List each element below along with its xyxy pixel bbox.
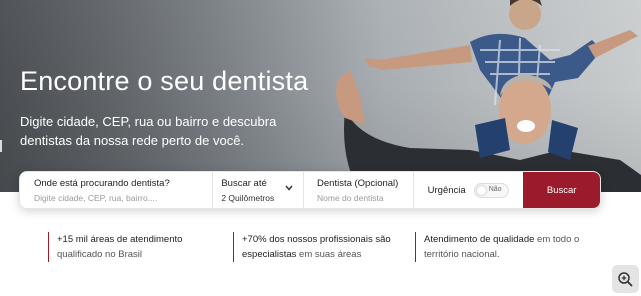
hero-photo-father-and-child <box>336 0 641 192</box>
dentist-name-input[interactable]: Nome do dentista <box>317 193 413 203</box>
location-input[interactable]: Digite cidade, CEP, rua, bairro.... <box>34 193 212 203</box>
page-title: Encontre o seu dentista <box>20 66 309 96</box>
feature-quality: Atendimento de qualidade em todo o terri… <box>415 232 595 262</box>
zoom-in-icon <box>618 271 633 287</box>
urgency-toggle[interactable]: Não <box>473 182 509 198</box>
feature-quality-strong: Atendimento de qualidade <box>424 234 535 245</box>
feature-coverage-rest: qualificado no Brasil <box>57 249 143 260</box>
distance-select[interactable]: Buscar até 2 Quilômetros <box>213 172 305 208</box>
hero-banner: Encontre o seu dentista Digite cidade, C… <box>0 0 641 192</box>
location-label: Onde está procurando dentista? <box>34 178 170 189</box>
location-field[interactable]: Onde está procurando dentista? Digite ci… <box>20 172 214 208</box>
feature-specialists: +70% dos nossos profissionais são especi… <box>233 232 413 262</box>
feature-coverage-strong: +15 mil áreas de atendimento <box>57 234 183 245</box>
feature-specialists-rest: em suas áreas <box>296 249 362 260</box>
urgency-toggle-text: Não <box>488 185 502 193</box>
toggle-knob <box>476 185 486 195</box>
urgency-control: Urgência Não <box>414 172 524 208</box>
search-button[interactable]: Buscar <box>523 172 600 208</box>
dentist-name-label: Dentista (Opcional) <box>317 178 399 189</box>
dentist-name-field[interactable]: Dentista (Opcional) Nome do dentista <box>304 172 414 208</box>
urgency-label: Urgência <box>427 184 466 196</box>
chevron-down-icon <box>285 185 293 191</box>
dentist-search-bar: Onde está procurando dentista? Digite ci… <box>19 171 601 209</box>
distance-value: 2 Quilômetros <box>221 193 275 203</box>
feature-coverage: +15 mil áreas de atendimento qualificado… <box>48 232 218 262</box>
zoom-button[interactable] <box>612 265 639 293</box>
edge-marker <box>0 140 2 152</box>
hero-subtitle: Digite cidade, CEP, rua ou bairro e desc… <box>20 114 277 148</box>
